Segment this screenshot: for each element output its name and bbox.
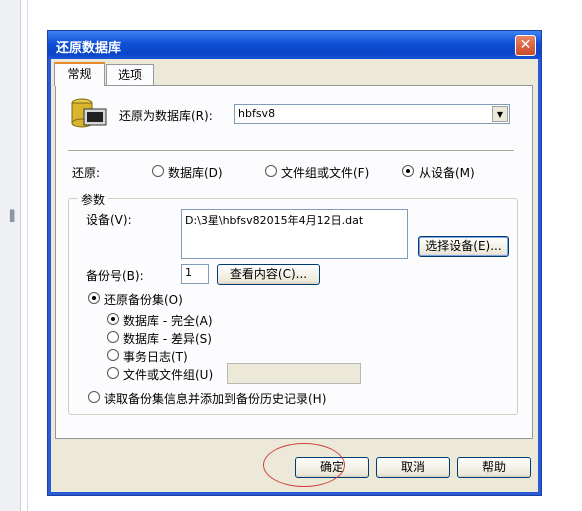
backup-number-input[interactable]: 1 [181,264,209,284]
splitter-grip[interactable]: ▪ ▪ ▪ [9,208,15,225]
backup-number-label: 备份号(B): [86,269,144,283]
chevron-down-icon[interactable]: ▼ [492,106,508,122]
radio-file-or-filegroup[interactable] [107,367,119,379]
title-bar[interactable]: 还原数据库 ✕ [48,31,541,59]
cancel-button[interactable]: 取消 [376,457,450,478]
radio-transaction-log-label[interactable]: 事务日志(T) [123,348,188,365]
radio-db-diff-label[interactable]: 数据库 - 差异(S) [123,330,212,347]
background-left-pane [0,0,21,511]
radio-from-device[interactable] [402,165,414,177]
window-title: 还原数据库 [56,41,122,56]
radio-database-label[interactable]: 数据库(D) [168,164,223,181]
radio-db-full[interactable] [107,313,119,325]
tab-general[interactable]: 常规 [54,62,105,86]
radio-db-full-label[interactable]: 数据库 - 完全(A) [123,312,213,329]
close-button[interactable]: ✕ [515,35,536,56]
close-icon: ✕ [519,37,532,53]
radio-file-or-filegroup-label[interactable]: 文件或文件组(U) [123,366,213,383]
background-divider [27,0,28,511]
device-label: 设备(V): [86,213,132,227]
radio-filegroup-label[interactable]: 文件组或文件(F) [281,164,369,181]
radio-restore-backup-set[interactable] [88,292,100,304]
database-icon [71,98,107,128]
separator [68,150,514,152]
restore-from-label: 还原: [72,166,101,180]
radio-transaction-log[interactable] [107,349,119,361]
radio-read-history[interactable] [88,391,100,403]
radio-restore-backup-set-label[interactable]: 还原备份集(O) [104,291,183,308]
file-group-input [227,363,361,384]
params-group-label: 参数 [78,191,109,208]
view-contents-button[interactable]: 查看内容(C)... [217,264,320,285]
radio-db-diff[interactable] [107,331,119,343]
restore-as-label: 还原为数据库(R): [119,109,213,123]
select-device-button[interactable]: 选择设备(E)... [418,236,509,257]
tab-options[interactable]: 选项 [106,64,154,86]
restore-as-value: hbfsv8 [238,107,276,120]
radio-database[interactable] [152,165,164,177]
radio-read-history-label[interactable]: 读取备份集信息并添加到备份历史记录(H) [104,390,326,407]
radio-from-device-label[interactable]: 从设备(M) [419,164,475,181]
radio-filegroup[interactable] [265,165,277,177]
restore-as-combo[interactable]: hbfsv8 ▼ [234,104,510,124]
help-button[interactable]: 帮助 [457,457,531,478]
device-list[interactable]: D:\3星\hbfsv82015年4月12日.dat [181,209,408,259]
annotation-circle [263,443,345,487]
